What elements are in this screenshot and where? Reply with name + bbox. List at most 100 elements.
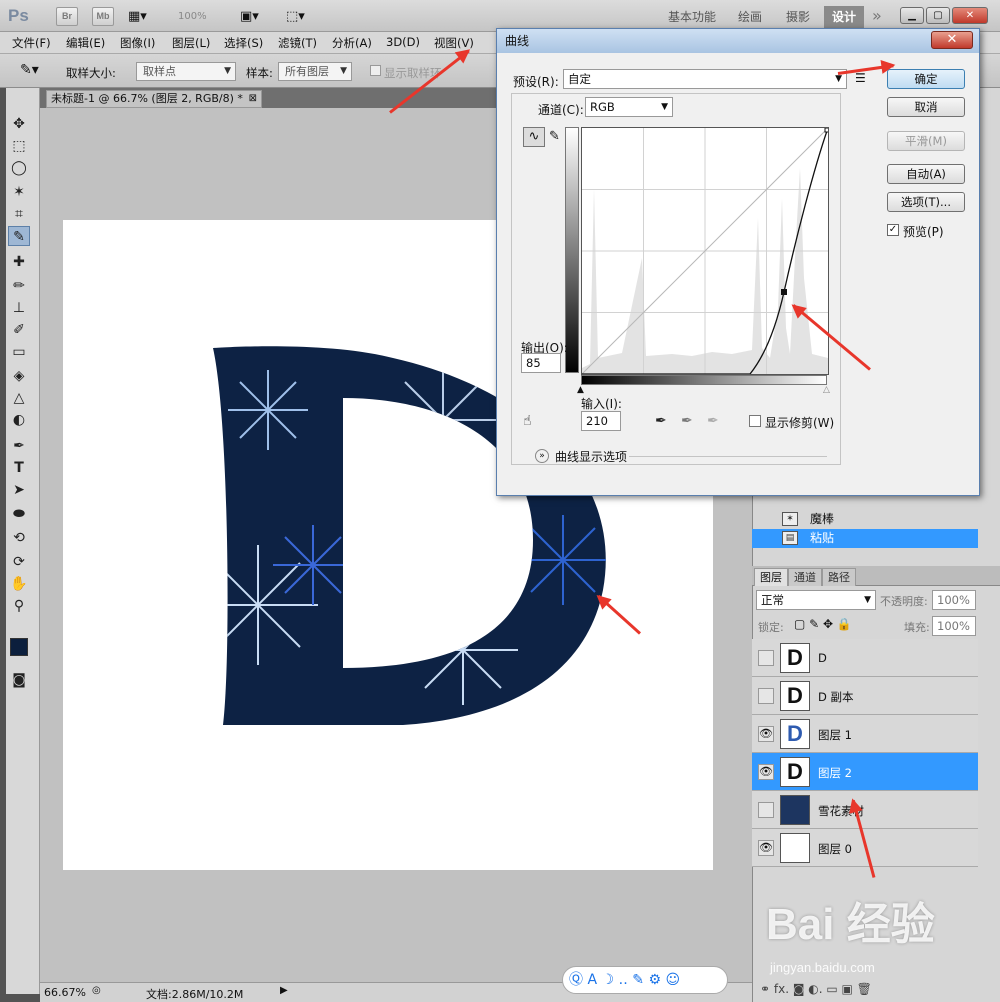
- menu-file[interactable]: 文件(F): [12, 35, 51, 51]
- layer-row[interactable]: 雪花素材: [752, 791, 978, 829]
- menu-select[interactable]: 选择(S): [224, 35, 263, 51]
- menu-3d[interactable]: 3D(D): [386, 35, 420, 49]
- view-extras-icon[interactable]: ▦▾: [128, 9, 147, 24]
- auto-button[interactable]: 自动(A): [887, 164, 965, 184]
- eye-icon[interactable]: 👁: [758, 726, 774, 742]
- clone-stamp-tool-icon[interactable]: ⊥: [8, 298, 30, 318]
- input-field[interactable]: 210: [581, 411, 621, 431]
- marquee-tool-icon[interactable]: ⬚: [8, 136, 30, 156]
- curve-graph[interactable]: [581, 127, 830, 375]
- workspace-design[interactable]: 设计: [824, 6, 864, 28]
- layer-row[interactable]: D D: [752, 639, 978, 677]
- eyedropper-preset-icon[interactable]: ✎▾: [20, 62, 39, 78]
- layer-row-selected[interactable]: 👁 D 图层 2: [752, 753, 978, 791]
- menu-layer[interactable]: 图层(L): [172, 35, 210, 51]
- path-selection-tool-icon[interactable]: ➤: [8, 480, 30, 500]
- floating-ime-toolbar[interactable]: Ⓠ A ☽ ‥ ✎ ⚙ ☺: [562, 966, 728, 994]
- smooth-button[interactable]: 平滑(M): [887, 131, 965, 151]
- eye-icon[interactable]: 👁: [758, 764, 774, 780]
- screen-mode-icon[interactable]: ⬚▾: [286, 9, 305, 24]
- document-tab[interactable]: 未标题-1 @ 66.7% (图层 2, RGB/8) * ⊠: [46, 90, 262, 108]
- menu-filter[interactable]: 滤镜(T): [278, 35, 317, 51]
- dialog-close-button[interactable]: ✕: [931, 31, 973, 49]
- preset-options-icon[interactable]: ☰: [855, 71, 866, 85]
- zoom-tool-icon[interactable]: ⚲: [8, 596, 30, 616]
- cancel-button[interactable]: 取消: [887, 97, 965, 117]
- visibility-toggle[interactable]: [758, 688, 774, 704]
- close-tab-icon[interactable]: ⊠: [249, 91, 257, 107]
- options-button[interactable]: 选项(T)...: [887, 192, 965, 212]
- target-adjustment-icon[interactable]: ☝: [523, 413, 532, 429]
- channel-select[interactable]: RGB ▼: [585, 97, 673, 117]
- opacity-field[interactable]: 100%: [932, 590, 976, 610]
- preset-select[interactable]: 自定 ▼: [563, 69, 847, 89]
- tab-channels[interactable]: 通道: [788, 568, 822, 586]
- zoom-level[interactable]: 66.67%: [44, 986, 86, 999]
- hand-tool-icon[interactable]: ✋: [8, 574, 30, 594]
- menu-image[interactable]: 图像(I): [120, 35, 155, 51]
- paint-bucket-tool-icon[interactable]: ◈: [8, 366, 30, 386]
- lock-icons[interactable]: ▢ ✎ ✥ 🔒: [794, 617, 852, 631]
- magic-wand-tool-icon[interactable]: ✶: [8, 182, 30, 202]
- minimize-button[interactable]: ▁: [900, 7, 924, 24]
- workspace-essentials[interactable]: 基本功能: [660, 6, 724, 28]
- output-field[interactable]: 85: [521, 353, 561, 373]
- eye-icon[interactable]: 👁: [758, 840, 774, 856]
- quick-mask-icon[interactable]: ◙: [8, 670, 30, 690]
- gray-eyedropper-icon[interactable]: ✒: [681, 413, 693, 429]
- visibility-toggle[interactable]: [758, 650, 774, 666]
- curve-point-tool-icon[interactable]: ∿: [523, 127, 545, 147]
- lasso-tool-icon[interactable]: ◯: [8, 158, 30, 178]
- menu-edit[interactable]: 编辑(E): [66, 35, 105, 51]
- close-button[interactable]: ✕: [952, 7, 988, 24]
- layer-panel-footer-icons[interactable]: ⚭ fx. ◙ ◐. ▭ ▣ 🗑: [760, 982, 872, 996]
- bridge-button[interactable]: Br: [56, 7, 78, 26]
- eyedropper-tool-icon[interactable]: ✎: [8, 226, 30, 246]
- ok-button[interactable]: 确定: [887, 69, 965, 89]
- move-tool-icon[interactable]: ✥: [8, 114, 30, 134]
- arrange-documents-icon[interactable]: ▣▾: [240, 9, 259, 24]
- brush-tool-icon[interactable]: ✏: [8, 276, 30, 296]
- show-ring-checkbox[interactable]: [370, 65, 381, 76]
- type-tool-icon[interactable]: T: [8, 458, 30, 478]
- visibility-toggle[interactable]: [758, 802, 774, 818]
- maximize-button[interactable]: ▢: [926, 7, 950, 24]
- sample-size-select[interactable]: 取样点 ▼: [136, 62, 236, 81]
- workspace-painting[interactable]: 绘画: [728, 6, 772, 28]
- blur-tool-icon[interactable]: △: [8, 388, 30, 408]
- curve-display-options[interactable]: 曲线显示选项: [555, 448, 627, 465]
- eraser-tool-icon[interactable]: ▭: [8, 342, 30, 362]
- history-brush-tool-icon[interactable]: ✐: [8, 320, 30, 340]
- zoom-select[interactable]: 100%: [178, 11, 207, 22]
- status-menu-icon[interactable]: ◎: [92, 985, 101, 996]
- status-arrow-icon[interactable]: ▶: [280, 985, 288, 996]
- crop-tool-icon[interactable]: ⌗: [8, 204, 30, 224]
- preview-checkbox[interactable]: ✓: [887, 224, 899, 236]
- pencil-draw-icon[interactable]: ✎: [549, 129, 560, 144]
- white-point-slider-icon[interactable]: △: [823, 385, 830, 395]
- workspace-photography[interactable]: 摄影: [776, 6, 820, 28]
- layer-row[interactable]: 👁 D 图层 1: [752, 715, 978, 753]
- sample-select[interactable]: 所有图层 ▼: [278, 62, 352, 81]
- expand-options-icon[interactable]: »: [535, 449, 549, 463]
- 3d-rotate-tool-icon[interactable]: ⟲: [8, 528, 30, 548]
- white-eyedropper-icon[interactable]: ✒: [707, 413, 719, 429]
- more-workspaces-icon[interactable]: »: [872, 6, 882, 25]
- blend-mode-select[interactable]: 正常 ▼: [756, 590, 876, 610]
- mini-bridge-button[interactable]: Mb: [92, 7, 114, 26]
- dodge-tool-icon[interactable]: ◐: [8, 410, 30, 430]
- show-clipping-checkbox[interactable]: [749, 415, 761, 427]
- shape-tool-icon[interactable]: ⬬: [8, 504, 30, 524]
- tab-layers[interactable]: 图层: [754, 568, 788, 586]
- layer-row[interactable]: D D 副本: [752, 677, 978, 715]
- history-item-selected[interactable]: ▤ 粘贴: [752, 529, 978, 548]
- black-point-slider-icon[interactable]: ▲: [577, 385, 584, 395]
- history-item[interactable]: ✶ 魔棒: [752, 510, 978, 529]
- 3d-orbit-tool-icon[interactable]: ⟳: [8, 552, 30, 572]
- fill-field[interactable]: 100%: [932, 616, 976, 636]
- healing-brush-tool-icon[interactable]: ✚: [8, 252, 30, 272]
- menu-analysis[interactable]: 分析(A): [332, 35, 372, 51]
- black-eyedropper-icon[interactable]: ✒: [655, 413, 667, 429]
- foreground-color-swatch[interactable]: [10, 638, 28, 656]
- tab-paths[interactable]: 路径: [822, 568, 856, 586]
